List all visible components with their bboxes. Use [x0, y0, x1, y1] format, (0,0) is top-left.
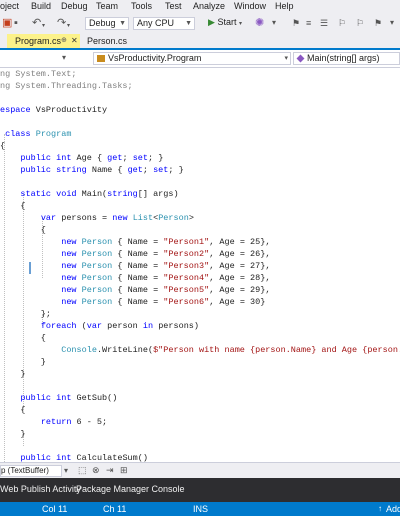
code-line[interactable]: {	[0, 224, 46, 236]
member-selector-value: Main(string[] args)	[307, 53, 380, 63]
menu-tools[interactable]: Tools	[131, 1, 152, 11]
code-line[interactable]: {	[0, 200, 25, 212]
code-line[interactable]: foreach (var person in persons)	[0, 320, 199, 332]
code-line[interactable]: public int GetSub()	[0, 392, 117, 404]
uncomment-icon[interactable]: ☰	[320, 17, 328, 29]
code-line[interactable]: new Person { Name = "Person6", Age = 30}	[0, 296, 265, 308]
solution-config-value: Debug	[89, 18, 116, 28]
play-icon: ▶	[208, 17, 215, 27]
undo-icon[interactable]: ↶	[32, 17, 41, 29]
bookmark-clear-icon[interactable]: ⚑	[374, 17, 382, 29]
chevron-down-icon: ▼	[185, 20, 192, 27]
code-line[interactable]: new Person { Name = "Person4", Age = 28}…	[0, 272, 270, 284]
navigation-bar: ▾ VsProductivity.Program ▾ Main(string[]…	[0, 50, 400, 68]
redo-icon[interactable]: ↷	[57, 17, 66, 29]
menu-window[interactable]: Window	[234, 1, 266, 11]
class-selector-value: VsProductivity.Program	[108, 53, 202, 63]
class-icon	[97, 55, 105, 63]
word-wrap-icon[interactable]: ⇥	[106, 465, 114, 476]
menu-help[interactable]: Help	[275, 1, 294, 11]
member-selector[interactable]: Main(string[] args)	[293, 52, 400, 65]
code-line[interactable]: }	[0, 368, 25, 380]
tab-package-manager-console[interactable]: Package Manager Console	[76, 484, 185, 494]
output-source-select[interactable]: p (TextBuffer)	[0, 465, 62, 477]
redo-dropdown-icon[interactable]: ▾	[67, 20, 70, 32]
char-indicator: Ch 11	[103, 504, 127, 514]
solution-platform-value: Any CPU	[137, 18, 175, 28]
browser-link-icon[interactable]: ✺	[255, 17, 264, 29]
code-line[interactable]: new Person { Name = "Person1", Age = 25}…	[0, 236, 270, 248]
tab-program-cs[interactable]: Program.cs ⊕ ✕	[7, 34, 80, 48]
class-selector[interactable]: VsProductivity.Program ▾	[93, 52, 291, 65]
source-control-add-icon[interactable]: ↑	[378, 504, 382, 513]
save-icon[interactable]: ▪	[14, 17, 18, 29]
bookmark-prev-icon[interactable]: ⚐	[338, 17, 346, 29]
code-line[interactable]: class Program	[0, 128, 71, 140]
solution-config-select[interactable]: Debug ▼	[85, 17, 129, 30]
code-line[interactable]: {	[0, 140, 5, 152]
code-line[interactable]: }	[0, 428, 25, 440]
save-all-icon[interactable]: ▣	[2, 17, 12, 29]
menu-debug[interactable]: Debug	[61, 1, 88, 11]
code-line[interactable]: }	[0, 356, 46, 368]
code-line[interactable]: return 6 - 5;	[0, 416, 107, 428]
code-line[interactable]: new Person { Name = "Person5", Age = 29}…	[0, 284, 270, 296]
code-line[interactable]: var persons = new List<Person>	[0, 212, 194, 224]
insert-mode-indicator: INS	[193, 504, 209, 514]
start-label: Start	[217, 17, 237, 27]
add-to-source-control[interactable]: Add	[386, 504, 400, 514]
toggle-icon[interactable]: ⊞	[120, 465, 128, 476]
find-message-icon[interactable]: ⬚	[78, 465, 87, 476]
code-line[interactable]: public int CalculateSum()	[0, 452, 148, 462]
bookmark-icon[interactable]: ⚑	[292, 17, 300, 29]
method-icon	[296, 54, 305, 63]
code-editor[interactable]: ng System.Text; ng System.Threading.Tasks…	[0, 68, 400, 462]
tool-window-tabs: Web Publish Activity Package Manager Con…	[0, 478, 400, 502]
document-tab-strip: Program.cs ⊕ ✕ Person.cs	[0, 34, 400, 50]
tab-label: Person.cs	[87, 36, 128, 46]
editor-bottom-bar: p (TextBuffer) ▾ ⬚ ⊗ ⇥ ⊞	[0, 462, 400, 479]
start-button[interactable]: ▶ Start ▾	[208, 17, 242, 30]
close-icon[interactable]: ✕	[71, 34, 78, 48]
status-bar: Col 11 Ch 11 INS ↑ Add	[0, 502, 400, 516]
code-line[interactable]: {	[0, 404, 25, 416]
menu-analyze[interactable]: Analyze	[193, 1, 225, 11]
menu-bar: oject Build Debug Team Tools Test Analyz…	[0, 0, 400, 14]
tab-label: Program.cs	[15, 36, 62, 46]
tab-web-publish-activity[interactable]: Web Publish Activity	[0, 484, 81, 494]
standard-toolbar: ▣ ▪ ↶ ▾ ↷ ▾ Debug ▼ Any CPU ▼ ▶ Start ▾ …	[0, 14, 400, 34]
chevron-down-icon: ▾	[238, 21, 242, 27]
undo-dropdown-icon[interactable]: ▾	[42, 20, 45, 32]
code-line[interactable]: {	[0, 332, 46, 344]
menu-team[interactable]: Team	[96, 1, 118, 11]
code-line[interactable]: public int Age { get; set; }	[0, 152, 163, 164]
code-line[interactable]: espace VsProductivity	[0, 104, 107, 116]
code-line[interactable]: Console.WriteLine($"Person with name {pe…	[0, 344, 400, 356]
output-source-value: p (TextBuffer)	[1, 466, 49, 475]
code-line[interactable]: new Person { Name = "Person2", Age = 26}…	[0, 248, 270, 260]
code-line[interactable]: ng System.Text;	[0, 68, 77, 80]
menu-project[interactable]: oject	[0, 1, 19, 11]
chevron-down-icon: ▾	[284, 55, 288, 62]
code-line[interactable]: new Person { Name = "Person3", Age = 27}…	[0, 260, 270, 272]
toolbar-overflow-icon[interactable]: ▾	[390, 17, 394, 29]
toolbar-dropdown-icon[interactable]: ▾	[272, 17, 276, 29]
clear-all-icon[interactable]: ⊗	[92, 465, 100, 476]
column-indicator: Col 11	[42, 504, 68, 514]
menu-test[interactable]: Test	[165, 1, 182, 11]
comment-icon[interactable]: ≡	[306, 17, 311, 29]
code-line[interactable]: ng System.Threading.Tasks;	[0, 80, 133, 92]
tab-person-cs[interactable]: Person.cs	[82, 34, 132, 48]
code-line[interactable]: public string Name { get; set; }	[0, 164, 183, 176]
code-line[interactable]: static void Main(string[] args)	[0, 188, 178, 200]
pin-icon[interactable]: ⊕	[61, 34, 67, 48]
code-line[interactable]: };	[0, 308, 51, 320]
scope-dropdown-icon[interactable]: ▾	[62, 53, 66, 62]
solution-platform-select[interactable]: Any CPU ▼	[133, 17, 195, 30]
bookmark-next-icon[interactable]: ⚐	[356, 17, 364, 29]
menu-build[interactable]: Build	[31, 1, 51, 11]
chevron-down-icon: ▼	[119, 20, 126, 27]
chevron-down-icon[interactable]: ▾	[64, 466, 68, 475]
